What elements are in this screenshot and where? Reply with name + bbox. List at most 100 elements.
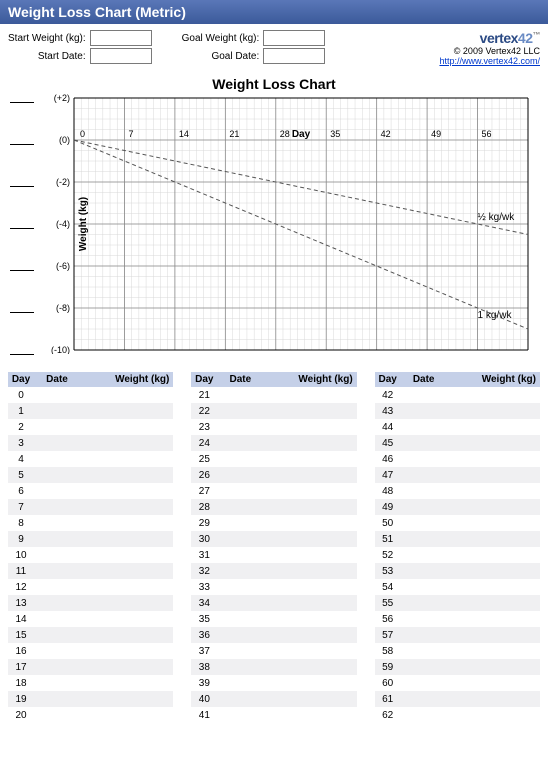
table-row: 33 [191,579,356,595]
col-weight: Weight (kg) [263,374,356,385]
cell-day: 13 [8,598,34,609]
svg-text:½ kg/wk: ½ kg/wk [478,212,516,223]
table-row: 58 [375,643,540,659]
start-date-input[interactable] [90,48,152,64]
table-row: 47 [375,467,540,483]
table-row: 25 [191,451,356,467]
table-row: 17 [8,659,173,675]
table-row: 52 [375,547,540,563]
table-row: 23 [191,419,356,435]
goal-weight-input[interactable] [263,30,325,46]
cell-day: 33 [191,582,217,593]
cell-day: 6 [8,486,34,497]
tables: DayDateWeight (kg)0123456789101112131415… [0,372,548,731]
cell-day: 44 [375,422,401,433]
table-row: 36 [191,627,356,643]
copyright: © 2009 Vertex42 LLC [439,46,540,56]
cell-day: 9 [8,534,34,545]
table-row: 28 [191,499,356,515]
page-title: Weight Loss Chart (Metric) [8,4,186,20]
goal-weight-label: Goal Weight (kg): [182,33,260,44]
table-row: 12 [8,579,173,595]
table-row: 48 [375,483,540,499]
cell-day: 46 [375,454,401,465]
table-row: 51 [375,531,540,547]
cell-day: 50 [375,518,401,529]
cell-day: 54 [375,582,401,593]
svg-text:(-4): (-4) [56,219,70,229]
svg-text:28: 28 [280,129,290,139]
cell-day: 34 [191,598,217,609]
table-row: 45 [375,435,540,451]
table-row: 5 [8,467,173,483]
table-row: 9 [8,531,173,547]
svg-text:56: 56 [482,129,492,139]
cell-day: 32 [191,566,217,577]
table-row: 26 [191,467,356,483]
col-day: Day [191,374,217,385]
cell-day: 53 [375,566,401,577]
branding-link[interactable]: http://www.vertex42.com/ [439,56,540,66]
cell-day: 35 [191,614,217,625]
chart-svg: 071421283542495663(+2)(0)(-2)(-4)(-6)(-8… [48,94,532,354]
svg-text:1 kg/wk: 1 kg/wk [478,310,513,321]
svg-text:(-6): (-6) [56,261,70,271]
cell-day: 23 [191,422,217,433]
svg-text:(+2): (+2) [54,94,70,103]
table-row: 24 [191,435,356,451]
svg-text:7: 7 [128,129,133,139]
table-header: DayDateWeight (kg) [8,372,173,387]
table-row: 55 [375,595,540,611]
table-header: DayDateWeight (kg) [191,372,356,387]
logo: vertex42™ [439,30,540,46]
cell-day: 55 [375,598,401,609]
table-row: 0 [8,387,173,403]
cell-day: 20 [8,710,34,721]
table-row: 31 [191,547,356,563]
table-row: 53 [375,563,540,579]
cell-day: 40 [191,694,217,705]
goal-date-input[interactable] [263,48,325,64]
cell-day: 1 [8,406,34,417]
y-writein-line [10,228,34,229]
y-writein-line [10,102,34,103]
cell-day: 57 [375,630,401,641]
cell-day: 15 [8,630,34,641]
chart-wrap: Weight Loss Chart 071421283542495663(+2)… [0,68,548,372]
cell-day: 17 [8,662,34,673]
table-row: 8 [8,515,173,531]
cell-day: 8 [8,518,34,529]
table-row: 14 [8,611,173,627]
cell-day: 39 [191,678,217,689]
table-row: 21 [191,387,356,403]
table-row: 2 [8,419,173,435]
svg-text:Weight (kg): Weight (kg) [78,197,89,251]
branding: vertex42™ © 2009 Vertex42 LLC http://www… [439,30,540,66]
cell-day: 21 [191,390,217,401]
cell-day: 45 [375,438,401,449]
cell-day: 16 [8,646,34,657]
table-row: 32 [191,563,356,579]
chart-title: Weight Loss Chart [8,76,540,92]
cell-day: 0 [8,390,34,401]
table-row: 16 [8,643,173,659]
table-row: 35 [191,611,356,627]
cell-day: 3 [8,438,34,449]
log-table: DayDateWeight (kg)4243444546474849505152… [375,372,540,723]
start-weight-input[interactable] [90,30,152,46]
cell-day: 41 [191,710,217,721]
cell-day: 58 [375,646,401,657]
table-row: 18 [8,675,173,691]
table-row: 62 [375,707,540,723]
table-row: 27 [191,483,356,499]
svg-text:(0): (0) [59,135,70,145]
table-row: 4 [8,451,173,467]
y-writein-line [10,270,34,271]
cell-day: 42 [375,390,401,401]
title-bar: Weight Loss Chart (Metric) [0,0,548,24]
table-row: 39 [191,675,356,691]
table-header: DayDateWeight (kg) [375,372,540,387]
svg-text:42: 42 [381,129,391,139]
start-weight-label: Start Weight (kg): [8,33,86,44]
table-row: 60 [375,675,540,691]
